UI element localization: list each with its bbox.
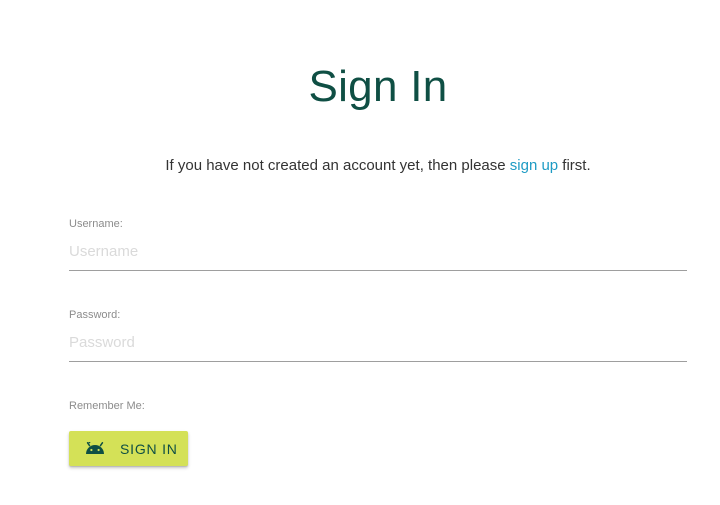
signup-prompt-text-before: If you have not created an account yet, …: [165, 157, 510, 174]
username-label: Username:: [69, 218, 123, 230]
android-icon: [85, 442, 105, 455]
sign-up-link[interactable]: sign up: [510, 157, 558, 174]
remember-me-label: Remember Me:: [69, 400, 145, 412]
password-input[interactable]: [69, 334, 687, 363]
page-title: Sign In: [308, 62, 448, 112]
sign-in-button[interactable]: SIGN IN: [69, 431, 188, 466]
signup-prompt: If you have not created an account yet, …: [0, 157, 720, 175]
sign-in-page: Sign In If you have not created an accou…: [0, 0, 720, 505]
signup-prompt-text-after: first.: [558, 157, 591, 174]
password-field-group: Password:: [69, 309, 687, 363]
username-field-group: Username:: [69, 218, 687, 272]
sign-in-button-label: SIGN IN: [120, 440, 178, 457]
password-label: Password:: [69, 309, 121, 321]
username-input[interactable]: [69, 243, 687, 272]
